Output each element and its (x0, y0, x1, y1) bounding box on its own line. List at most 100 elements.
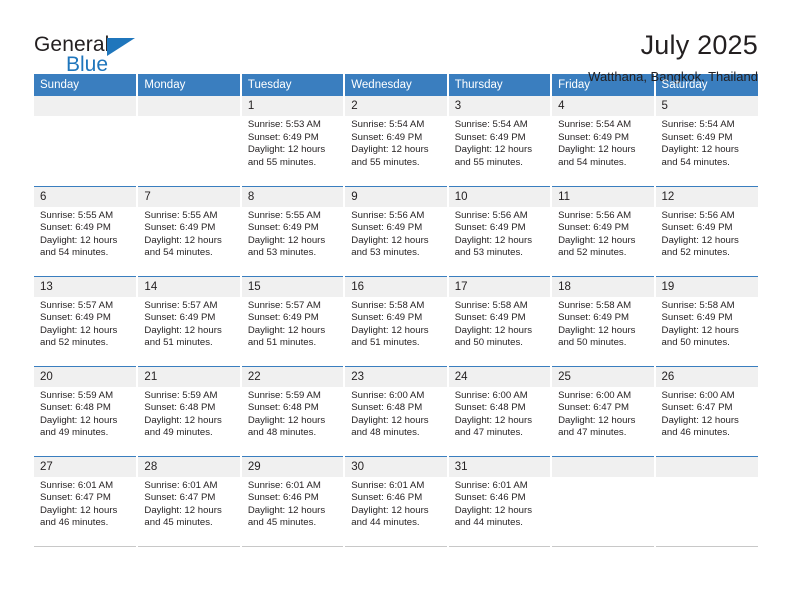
day-number: 21 (138, 366, 240, 387)
day-details: Sunrise: 5:53 AM Sunset: 6:49 PM Daylight:… (242, 116, 343, 169)
day-detail-line: Sunrise: 5:57 AM (40, 299, 114, 311)
day-detail-line: Sunset: 6:48 PM (454, 402, 526, 414)
day-cell[interactable]: 9 Sunrise: 5:56 AM Sunset: 6:49 PM Daylight… (344, 186, 449, 277)
day-detail-line: and 48 minutes. (351, 427, 420, 439)
day-detail-line: and 46 minutes. (661, 427, 730, 439)
day-detail-line: Sunrise: 5:55 AM (144, 209, 218, 221)
calendar-week-row: 1 Sunrise: 5:53 AM Sunset: 6:49 PM Daylight… (34, 96, 758, 187)
day-cell[interactable]: 15 Sunrise: 5:57 AM Sunset: 6:49 PM Dayligh… (240, 276, 346, 367)
day-cell[interactable]: 29 Sunrise: 6:01 AM Sunset: 6:46 PM Dayligh… (240, 456, 346, 547)
day-cell[interactable]: 17 Sunrise: 5:58 AM Sunset: 6:49 PM Dayligh… (447, 276, 553, 367)
day-detail-line: Daylight: 12 hours (247, 144, 326, 156)
day-cell[interactable]: 11 Sunrise: 5:56 AM Sunset: 6:49 PM Dayligh… (551, 186, 656, 277)
day-cell[interactable]: 13 Sunrise: 5:57 AM Sunset: 6:49 PM Dayligh… (34, 276, 139, 367)
day-detail-line: Sunset: 6:49 PM (351, 312, 423, 324)
day-number: 12 (655, 186, 758, 207)
day-cell[interactable]: 4 Sunrise: 5:54 AM Sunset: 6:49 PM Daylight… (551, 96, 656, 187)
day-cell[interactable]: 3 Sunrise: 5:54 AM Sunset: 6:49 PM Daylight… (447, 96, 553, 187)
day-detail-line: and 52 minutes. (558, 247, 627, 259)
day-details (656, 477, 758, 480)
day-detail-line: Daylight: 12 hours (40, 234, 118, 246)
day-number: 14 (138, 276, 240, 297)
day-detail-line: Daylight: 12 hours (351, 414, 429, 426)
day-detail-line: Daylight: 12 hours (144, 324, 222, 336)
day-cell[interactable]: 8 Sunrise: 5:55 AM Sunset: 6:49 PM Daylight… (240, 186, 346, 277)
day-cell[interactable]: 6 Sunrise: 5:55 AM Sunset: 6:49 PM Daylight… (34, 186, 139, 277)
day-number: 5 (655, 96, 758, 116)
day-cell[interactable]: 14 Sunrise: 5:57 AM Sunset: 6:49 PM Dayligh… (137, 276, 242, 367)
day-cell[interactable]: 20 Sunrise: 5:59 AM Sunset: 6:48 PM Dayligh… (34, 366, 139, 457)
day-number: 28 (138, 456, 240, 477)
day-cell[interactable]: 27 Sunrise: 6:01 AM Sunset: 6:47 PM Dayligh… (34, 456, 139, 547)
day-detail-line: Sunset: 6:49 PM (40, 222, 111, 234)
day-cell[interactable]: 19 Sunrise: 5:58 AM Sunset: 6:49 PM Dayligh… (654, 276, 758, 367)
day-cell[interactable]: 31 Sunrise: 6:01 AM Sunset: 6:46 PM Dayligh… (447, 456, 553, 547)
day-detail-line: Daylight: 12 hours (247, 504, 326, 516)
day-details: Sunrise: 5:54 AM Sunset: 6:49 PM Daylight:… (656, 116, 758, 169)
day-detail-line: Sunset: 6:49 PM (247, 131, 319, 143)
day-detail-line: Daylight: 12 hours (661, 414, 739, 426)
day-detail-line: Daylight: 12 hours (351, 324, 429, 336)
day-cell[interactable]: 1 Sunrise: 5:53 AM Sunset: 6:49 PM Daylight… (240, 96, 346, 187)
day-cell[interactable]: 23 Sunrise: 6:00 AM Sunset: 6:48 PM Dayligh… (344, 366, 449, 457)
day-detail-line: Daylight: 12 hours (144, 504, 222, 516)
day-cell[interactable]: 21 Sunrise: 5:59 AM Sunset: 6:48 PM Dayligh… (137, 366, 242, 457)
day-cell[interactable]: 10 Sunrise: 5:56 AM Sunset: 6:49 PM Dayligh… (447, 186, 553, 277)
day-detail-line: Daylight: 12 hours (351, 144, 429, 156)
calendar-week-row: 13 Sunrise: 5:57 AM Sunset: 6:49 PM Dayligh… (34, 276, 758, 367)
day-cell[interactable]: 5 Sunrise: 5:54 AM Sunset: 6:49 PM Daylight… (654, 96, 758, 187)
day-detail-line: and 51 minutes. (247, 337, 317, 349)
day-detail-line: Sunset: 6:49 PM (351, 131, 423, 143)
day-detail-line: Sunset: 6:47 PM (661, 402, 733, 414)
day-number: 30 (345, 456, 447, 477)
day-detail-line: Sunset: 6:49 PM (247, 312, 319, 324)
day-details: Sunrise: 5:57 AM Sunset: 6:49 PM Daylight:… (34, 297, 136, 350)
day-cell[interactable]: 24 Sunrise: 6:00 AM Sunset: 6:48 PM Dayligh… (447, 366, 553, 457)
day-detail-line: and 53 minutes. (351, 247, 420, 259)
weekday-header-tuesday: Tuesday (240, 74, 346, 96)
day-number: 1 (241, 96, 344, 116)
day-cell[interactable]: 30 Sunrise: 6:01 AM Sunset: 6:46 PM Dayligh… (344, 456, 449, 547)
title-block: July 2025 Watthana, Bangkok, Thailand (588, 30, 758, 85)
day-number: 25 (552, 366, 654, 387)
day-number (655, 456, 758, 477)
day-detail-line: Daylight: 12 hours (454, 414, 533, 426)
day-detail-line: Sunrise: 6:00 AM (661, 389, 735, 401)
day-number: 29 (241, 456, 344, 477)
day-cell[interactable]: 18 Sunrise: 5:58 AM Sunset: 6:49 PM Dayligh… (551, 276, 656, 367)
day-number: 2 (345, 96, 447, 116)
day-number: 10 (448, 186, 551, 207)
weekday-header-monday: Monday (137, 74, 242, 96)
day-cell[interactable]: 7 Sunrise: 5:55 AM Sunset: 6:49 PM Daylight… (137, 186, 242, 277)
day-cell[interactable]: 16 Sunrise: 5:58 AM Sunset: 6:49 PM Dayligh… (344, 276, 449, 367)
day-details: Sunrise: 5:57 AM Sunset: 6:49 PM Daylight:… (138, 297, 239, 350)
day-detail-line: Sunrise: 6:00 AM (351, 389, 425, 401)
day-number: 31 (448, 456, 551, 477)
day-details: Sunrise: 5:58 AM Sunset: 6:49 PM Daylight:… (449, 297, 550, 350)
day-number: 23 (345, 366, 447, 387)
day-detail-line: Sunrise: 5:54 AM (558, 119, 632, 130)
day-cell[interactable]: 12 Sunrise: 5:56 AM Sunset: 6:49 PM Dayligh… (654, 186, 758, 277)
day-detail-line: Daylight: 12 hours (558, 414, 636, 426)
day-detail-line: Sunset: 6:49 PM (661, 312, 733, 324)
brand-name-blue: Blue (66, 53, 109, 76)
day-detail-line: Daylight: 12 hours (247, 234, 326, 246)
day-cell[interactable]: 26 Sunrise: 6:00 AM Sunset: 6:47 PM Dayligh… (654, 366, 758, 457)
day-cell[interactable]: 22 Sunrise: 5:59 AM Sunset: 6:48 PM Dayligh… (240, 366, 346, 457)
day-detail-line: and 51 minutes. (351, 337, 420, 349)
day-detail-line: Sunrise: 5:53 AM (247, 119, 321, 130)
day-detail-line: Sunset: 6:47 PM (558, 402, 630, 414)
day-cell[interactable]: 25 Sunrise: 6:00 AM Sunset: 6:47 PM Dayligh… (551, 366, 656, 457)
day-number: 17 (448, 276, 551, 297)
day-cell[interactable]: 2 Sunrise: 5:54 AM Sunset: 6:49 PM Daylight… (344, 96, 449, 187)
day-detail-line: Daylight: 12 hours (454, 144, 533, 156)
day-detail-line: Sunset: 6:47 PM (144, 492, 216, 504)
day-detail-line: Sunset: 6:49 PM (558, 131, 630, 143)
day-detail-line: Sunrise: 6:01 AM (40, 479, 114, 491)
day-detail-line: and 46 minutes. (40, 517, 109, 529)
day-detail-line: Sunrise: 5:58 AM (351, 299, 425, 311)
day-number: 4 (552, 96, 654, 116)
day-number: 13 (34, 276, 137, 297)
day-cell[interactable]: 28 Sunrise: 6:01 AM Sunset: 6:47 PM Dayligh… (137, 456, 242, 547)
day-detail-line: and 51 minutes. (144, 337, 213, 349)
